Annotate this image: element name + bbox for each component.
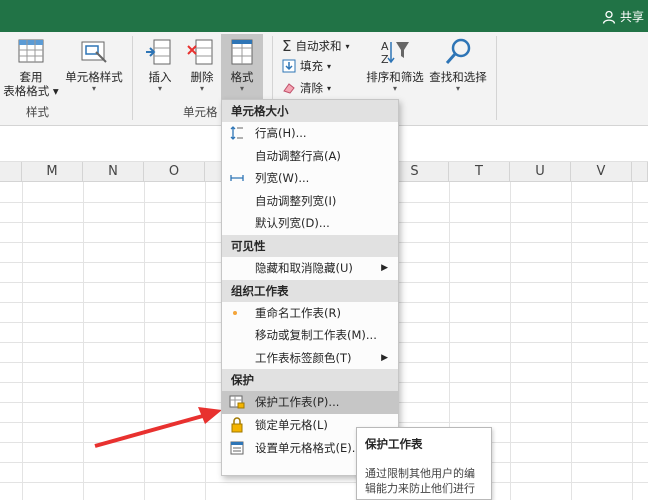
cell-styles-button[interactable]: 单元格样式 ▾ bbox=[64, 36, 124, 94]
sigma-icon: Σ bbox=[282, 37, 292, 55]
autosum-label: 自动求和 bbox=[295, 39, 342, 53]
menu-item-tab-color[interactable]: 工作表标签颜色(T) ▶ bbox=[222, 347, 398, 370]
chevron-down-icon: ▾ bbox=[345, 41, 350, 51]
fill-label: 填充 bbox=[300, 59, 323, 73]
menu-item-autofit-row-height[interactable]: 自动调整行高(A) bbox=[222, 145, 398, 168]
format-as-table-label-top: 套用 bbox=[19, 70, 43, 84]
sort-filter-label: 排序和筛选 bbox=[366, 70, 424, 84]
column-header[interactable]: M bbox=[22, 162, 83, 182]
tooltip-title: 保护工作表 bbox=[365, 437, 423, 451]
delete-label: 删除 bbox=[190, 70, 214, 84]
autosum-button[interactable]: Σ 自动求和 ▾ bbox=[282, 37, 350, 55]
format-label: 格式 bbox=[230, 70, 254, 84]
format-as-table-label-bottom: 表格格式 ▾ bbox=[3, 84, 59, 98]
delete-button[interactable]: 删除 ▾ bbox=[182, 36, 222, 94]
menu-item-label: 保护工作表(P)... bbox=[255, 395, 340, 410]
menu-item-label: 工作表标签颜色(T) bbox=[255, 350, 352, 365]
column-header[interactable]: N bbox=[83, 162, 144, 182]
menu-item-label: 移动或复制工作表(M)... bbox=[255, 328, 377, 343]
clear-label: 清除 bbox=[300, 81, 323, 95]
divider bbox=[132, 36, 133, 120]
menu-item-rename-sheet[interactable]: 重命名工作表(R) bbox=[222, 302, 398, 325]
menu-item-label: 默认列宽(D)... bbox=[255, 216, 330, 231]
column-header[interactable]: V bbox=[571, 162, 632, 182]
column-width-icon bbox=[230, 175, 244, 182]
chevron-down-icon: ▾ bbox=[157, 84, 162, 93]
dot-icon bbox=[233, 310, 237, 315]
person-icon bbox=[602, 10, 616, 24]
menu-item-label: 行高(H)... bbox=[255, 126, 307, 140]
insert-button[interactable]: 插入 ▾ bbox=[140, 36, 180, 94]
chevron-down-icon: ▾ bbox=[392, 84, 397, 93]
format-as-table-button[interactable]: 套用 表格格式 ▾ bbox=[0, 36, 62, 98]
magnifier-icon bbox=[445, 38, 471, 64]
protect-sheet-icon bbox=[229, 395, 245, 409]
menu-item-hide-unhide[interactable]: 隐藏和取消隐藏(U) ▶ bbox=[222, 257, 398, 280]
svg-text:Z: Z bbox=[381, 53, 389, 66]
lock-icon bbox=[231, 417, 243, 433]
cell-styles-icon bbox=[81, 41, 107, 63]
format-cells-icon bbox=[231, 39, 253, 65]
menu-item-autofit-column-width[interactable]: 自动调整列宽(I) bbox=[222, 190, 398, 213]
insert-cells-icon bbox=[146, 39, 171, 65]
fill-button[interactable]: 填充 ▾ bbox=[282, 58, 331, 74]
svg-text:A: A bbox=[381, 40, 389, 53]
menu-item-label: 隐藏和取消隐藏(U) bbox=[255, 260, 353, 275]
menu-item-label: 自动调整行高(A) bbox=[255, 148, 341, 163]
menu-section-cell-size: 单元格大小 bbox=[222, 100, 398, 122]
tooltip: 保护工作表 通过限制其他用户的编辑能力来防止他们进行 bbox=[356, 427, 492, 500]
chevron-down-icon: ▾ bbox=[239, 84, 244, 93]
share-label: 共享 bbox=[619, 10, 644, 24]
menu-item-label: 自动调整列宽(I) bbox=[255, 193, 337, 208]
column-header[interactable]: U bbox=[510, 162, 571, 182]
menu-item-column-width[interactable]: 列宽(W)... bbox=[222, 167, 398, 190]
chevron-down-icon: ▾ bbox=[91, 84, 96, 93]
menu-section-visibility: 可见性 bbox=[222, 234, 398, 257]
menu-item-protect-sheet[interactable]: 保护工作表(P)... bbox=[222, 391, 398, 414]
submenu-arrow-icon: ▶ bbox=[381, 352, 388, 363]
menu-item-label: 重命名工作表(R) bbox=[255, 305, 341, 320]
cell-styles-label: 单元格样式 bbox=[65, 70, 123, 84]
column-header-corner bbox=[0, 162, 22, 182]
styles-group-label: 样式 bbox=[26, 105, 49, 119]
format-button[interactable]: 格式 ▾ bbox=[221, 36, 263, 94]
menu-item-default-width[interactable]: 默认列宽(D)... bbox=[222, 212, 398, 235]
find-select-button[interactable]: 查找和选择 ▾ bbox=[428, 36, 488, 94]
table-format-icon bbox=[18, 39, 44, 63]
clear-button[interactable]: 清除 ▾ bbox=[282, 80, 331, 96]
cells-group-label: 单元格 bbox=[183, 105, 218, 119]
share-button[interactable]: 共享 bbox=[602, 8, 644, 25]
format-cells-icon bbox=[230, 441, 244, 455]
submenu-arrow-icon: ▶ bbox=[381, 262, 388, 273]
sort-filter-icon: AZ bbox=[381, 40, 409, 66]
tooltip-description: 通过限制其他用户的编辑能力来防止他们进行 bbox=[365, 467, 475, 495]
chevron-down-icon: ▾ bbox=[455, 84, 460, 93]
menu-item-label: 锁定单元格(L) bbox=[255, 417, 328, 432]
column-header-partial bbox=[632, 162, 648, 182]
format-as-table-label: 表格格式 bbox=[3, 84, 50, 98]
menu-item-label: 列宽(W)... bbox=[255, 171, 310, 186]
column-header[interactable]: O bbox=[144, 162, 205, 182]
fill-down-icon bbox=[282, 59, 296, 73]
insert-label: 插入 bbox=[148, 70, 172, 84]
sort-filter-button[interactable]: AZ 排序和筛选 ▾ bbox=[366, 36, 424, 94]
find-select-label: 查找和选择 bbox=[429, 70, 487, 84]
chevron-down-icon: ▾ bbox=[199, 84, 204, 93]
menu-item-move-copy-sheet[interactable]: 移动或复制工作表(M)... bbox=[222, 324, 398, 347]
eraser-icon bbox=[283, 83, 295, 94]
chevron-down-icon: ▾ bbox=[327, 61, 332, 71]
format-dropdown-menu: 单元格大小 行高(H)... 自动调整行高(A) 列宽(W)... 自动调整列宽… bbox=[221, 99, 399, 476]
row-height-icon bbox=[230, 126, 243, 140]
chevron-down-icon: ▾ bbox=[327, 83, 332, 93]
divider bbox=[496, 36, 497, 120]
title-bar: 共享 bbox=[0, 0, 648, 32]
delete-cells-icon bbox=[187, 39, 213, 65]
menu-section-organize-sheets: 组织工作表 bbox=[222, 279, 398, 302]
menu-item-row-height[interactable]: 行高(H)... bbox=[222, 122, 398, 145]
menu-section-protection: 保护 bbox=[222, 369, 398, 392]
menu-item-label: 设置单元格格式(E)... bbox=[255, 440, 363, 455]
column-header[interactable]: T bbox=[449, 162, 510, 182]
